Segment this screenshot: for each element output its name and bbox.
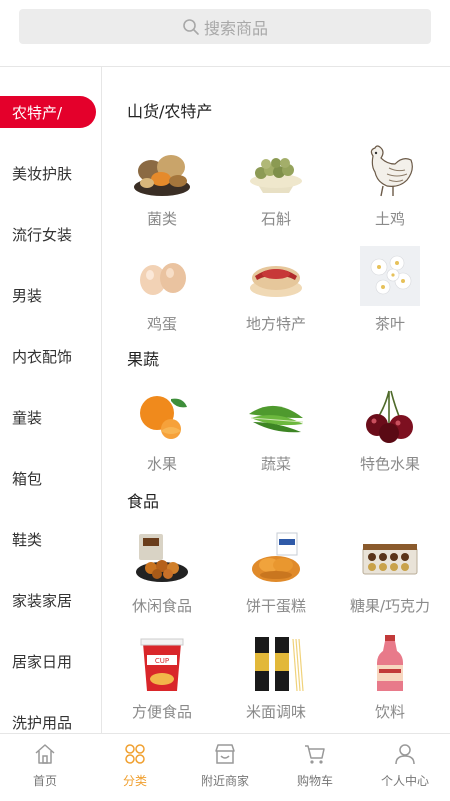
vegetable-icon: [243, 385, 309, 447]
svg-text:CUP: CUP: [155, 657, 169, 665]
tab-label: 个人中心: [380, 774, 429, 788]
category-item[interactable]: 石斛: [221, 140, 331, 229]
tab-profile[interactable]: 个人中心: [360, 734, 450, 801]
tab-nearby-shops[interactable]: 附近商家: [180, 734, 270, 801]
sidebar-item-agri[interactable]: 农特产/: [0, 96, 96, 128]
sidebar-item-underwear[interactable]: 内衣配饰: [0, 340, 96, 372]
search-input[interactable]: 搜索商品: [19, 9, 431, 44]
sidebar-item-daily[interactable]: 居家日用: [0, 645, 96, 677]
category-item[interactable]: 糖果/巧克力: [335, 527, 445, 616]
sidebar-item-women[interactable]: 流行女装: [0, 218, 96, 250]
category-label: 菌类: [146, 210, 177, 228]
chocolate-box-icon: [357, 527, 423, 589]
tab-label: 首页: [32, 774, 57, 788]
category-label: 茶叶: [374, 315, 405, 333]
cherry-icon: [357, 385, 423, 447]
category-item[interactable]: 休闲食品: [107, 527, 217, 616]
category-item[interactable]: 菌类: [107, 140, 217, 229]
sidebar-item-shoes[interactable]: 鞋类: [0, 523, 96, 555]
category-item[interactable]: CUP 方便食品: [107, 633, 217, 722]
category-content: 山货/农特产 菌类 石斛 土鸡 鸡蛋 地方特产 茶叶 果蔬 水果 蔬菜 特色水果…: [102, 67, 450, 733]
drink-bottle-icon: [357, 633, 423, 695]
category-label: 鸡蛋: [146, 315, 177, 333]
category-label: 蔬菜: [260, 455, 291, 473]
cup-noodle-icon: CUP: [129, 633, 195, 695]
category-item[interactable]: 鸡蛋: [107, 245, 217, 334]
category-sidebar: 农特产/ 美妆护肤 流行女装 男装 内衣配饰 童装 箱包 鞋类 家装家居 居家日…: [0, 67, 102, 733]
tab-label: 分类: [122, 774, 147, 788]
sidebar-item-bags[interactable]: 箱包: [0, 462, 96, 494]
category-label: 地方特产: [245, 315, 306, 333]
category-label: 土鸡: [374, 210, 405, 228]
category-item[interactable]: 饼干蛋糕: [221, 527, 331, 616]
category-item[interactable]: 土鸡: [335, 140, 445, 229]
category-item[interactable]: 水果: [107, 385, 217, 474]
shop-icon: [215, 744, 235, 764]
bottom-tab-bar: 首页 分类 附近商家 购物车 个人中心: [0, 733, 450, 801]
category-label: 水果: [146, 455, 177, 473]
mushroom-icon: [129, 140, 195, 202]
tab-home[interactable]: 首页: [0, 734, 90, 801]
tab-label: 购物车: [296, 774, 333, 788]
category-item[interactable]: 地方特产: [221, 245, 331, 334]
section-title: 食品: [127, 492, 160, 511]
tab-category[interactable]: 分类: [90, 734, 180, 801]
category-label: 饮料: [374, 703, 405, 721]
search-icon: [183, 18, 199, 35]
tea-flower-icon: [357, 245, 423, 307]
home-icon: [35, 744, 55, 764]
cart-icon: [305, 745, 325, 764]
tab-label: 附近商家: [200, 774, 249, 788]
sidebar-item-beauty[interactable]: 美妆护肤: [0, 157, 96, 189]
sidebar-item-home-decor[interactable]: 家装家居: [0, 584, 96, 616]
snack-icon: [129, 527, 195, 589]
category-item[interactable]: 蔬菜: [221, 385, 331, 474]
sidebar-item-kids[interactable]: 童装: [0, 401, 96, 433]
section-title: 山货/农特产: [127, 102, 213, 121]
orange-icon: [129, 385, 195, 447]
category-item[interactable]: 米面调味: [221, 633, 331, 722]
category-label: 特色水果: [359, 455, 420, 473]
bread-icon: [243, 527, 309, 589]
eggs-icon: [129, 245, 195, 307]
category-item[interactable]: 特色水果: [335, 385, 445, 474]
category-item[interactable]: 茶叶: [335, 245, 445, 334]
search-header: 搜索商品: [0, 0, 450, 67]
category-label: 石斛: [260, 210, 291, 228]
dendrobium-icon: [243, 140, 309, 202]
sidebar-item-care[interactable]: 洗护用品: [0, 706, 96, 733]
category-icon: [125, 744, 145, 764]
pastry-icon: [243, 245, 309, 307]
noodle-pack-icon: [243, 633, 309, 695]
section-title: 果蔬: [127, 350, 160, 369]
chicken-icon: [357, 140, 423, 202]
category-item[interactable]: 饮料: [335, 633, 445, 722]
search-placeholder: 搜索商品: [203, 18, 268, 38]
category-label: 休闲食品: [131, 597, 192, 615]
user-icon: [395, 744, 415, 765]
sidebar-item-men[interactable]: 男装: [0, 279, 96, 311]
category-label: 糖果/巧克力: [349, 597, 431, 615]
tab-cart[interactable]: 购物车: [270, 734, 360, 801]
category-label: 米面调味: [245, 703, 306, 721]
category-label: 饼干蛋糕: [245, 597, 306, 615]
category-label: 方便食品: [131, 703, 192, 721]
